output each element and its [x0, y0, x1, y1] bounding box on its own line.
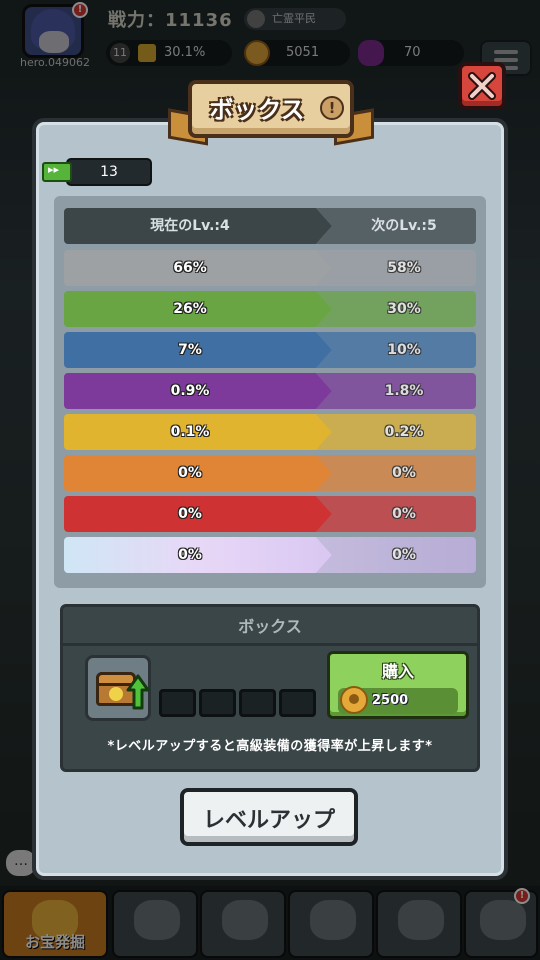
- header-current-level: 現在のLv.:4: [150, 218, 230, 234]
- rate-current-value: 0.1%: [170, 424, 210, 440]
- rate-next-value: 0%: [392, 547, 416, 563]
- upgrade-progress-bar: [159, 689, 319, 717]
- rate-current-value: 0%: [178, 506, 202, 522]
- rate-next-value: 0%: [392, 506, 416, 522]
- rate-next-value: 10%: [387, 342, 421, 358]
- rate-current-value: 0%: [178, 547, 202, 563]
- progress-segment: [279, 689, 316, 717]
- rate-current-value: 66%: [173, 260, 207, 276]
- rate-row: 0% 0%: [64, 537, 476, 573]
- skull-emblem-icon: [109, 687, 123, 701]
- dialog-title-banner: ボックス !: [188, 80, 354, 138]
- rate-row: 26% 30%: [64, 291, 476, 327]
- rate-current-value: 0%: [178, 465, 202, 481]
- rate-row: 0% 0%: [64, 455, 476, 491]
- buy-price: 2500: [372, 693, 409, 708]
- rate-row: 0.1% 0.2%: [64, 414, 476, 450]
- rate-table-header: 現在のLv.:4 次のLv.:5: [64, 208, 476, 244]
- header-next-level: 次のLv.:5: [371, 218, 437, 234]
- rate-table: 現在のLv.:4 次のLv.:5 66% 58% 26% 30% 7% 10% …: [54, 196, 486, 588]
- rate-next-value: 1.8%: [384, 383, 424, 399]
- rate-current-value: 7%: [178, 342, 202, 358]
- rate-row: 0.9% 1.8%: [64, 373, 476, 409]
- rate-current-value: 0.9%: [170, 383, 210, 399]
- rate-next-value: 58%: [387, 260, 421, 276]
- box-upgrade-panel: ボックス 購入 2500 *レベルアップすると高級装備の獲得率が上昇します*: [60, 604, 480, 772]
- close-icon: [468, 72, 496, 100]
- progress-segment: [239, 689, 276, 717]
- buy-button[interactable]: 購入 2500: [327, 651, 469, 719]
- dialog-title: ボックス: [209, 96, 305, 124]
- box-chest-slot: [85, 655, 151, 721]
- level-up-button[interactable]: レベルアップ: [180, 788, 358, 846]
- info-icon[interactable]: !: [320, 96, 344, 120]
- progress-segment: [199, 689, 236, 717]
- rate-next-value: 0.2%: [384, 424, 424, 440]
- divider: [63, 643, 477, 646]
- rate-row: 0% 0%: [64, 496, 476, 532]
- rate-current-value: 26%: [173, 301, 207, 317]
- upgrade-hint-text: *レベルアップすると高級装備の獲得率が上昇します*: [107, 739, 433, 754]
- progress-segment: [159, 689, 196, 717]
- price-pill: 2500: [338, 686, 458, 714]
- coin-icon: [340, 686, 368, 714]
- rate-row: 7% 10%: [64, 332, 476, 368]
- rate-next-value: 0%: [392, 465, 416, 481]
- box-panel-title: ボックス: [238, 617, 302, 636]
- rate-row: 66% 58%: [64, 250, 476, 286]
- ticket-count: 13: [66, 158, 152, 186]
- buy-button-label: 購入: [381, 662, 414, 681]
- upgrade-arrow-icon: [126, 674, 150, 710]
- ticket-counter: 13: [42, 158, 152, 186]
- rate-next-value: 30%: [387, 301, 421, 317]
- ticket-icon: [42, 162, 72, 182]
- close-button[interactable]: [458, 62, 506, 110]
- level-up-button-label: レベルアップ: [202, 808, 335, 833]
